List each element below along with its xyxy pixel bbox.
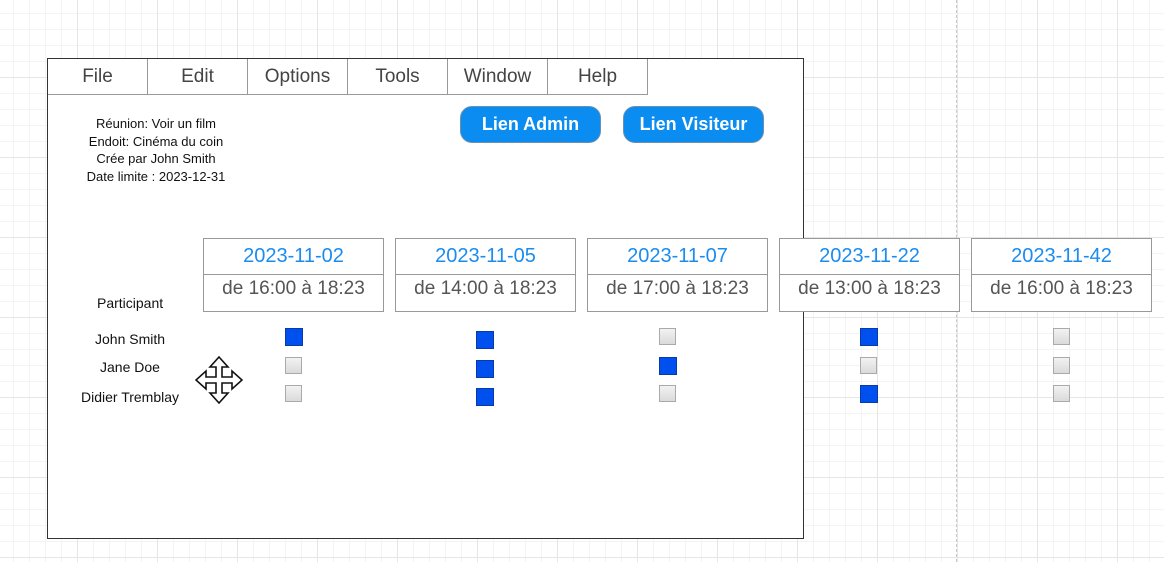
time-label: de 14:00 à 18:23 [414,277,557,299]
meeting-location: Endoit: Cinéma du coin [88,133,224,149]
availability-checkbox[interactable] [659,328,676,345]
menu-edit[interactable]: Edit [148,59,248,95]
date-column-3: 2023-11-07 de 17:00 à 18:23 [587,238,768,312]
availability-checkbox[interactable] [476,360,494,378]
availability-checkbox[interactable] [860,357,877,374]
meeting-info: Réunion: Voir un film Endoit: Cinéma du … [68,115,244,185]
menu-options[interactable]: Options [248,59,348,95]
menu-help[interactable]: Help [548,59,648,95]
date-label: 2023-11-02 [204,239,383,275]
date-column-4: 2023-11-22 de 13:00 à 18:23 [779,238,960,312]
meeting-deadline: Date limite : 2023-12-31 [86,168,226,184]
time-label: de 13:00 à 18:23 [798,277,941,299]
availability-checkbox[interactable] [285,385,302,402]
participant-name: Didier Tremblay [81,389,180,405]
date-column-5: 2023-11-42 de 16:00 à 18:23 [971,238,1152,312]
availability-checkbox[interactable] [659,385,676,402]
availability-checkbox[interactable] [1053,328,1070,345]
date-label: 2023-11-22 [780,239,959,275]
availability-checkbox[interactable] [860,385,878,403]
move-cursor-icon [195,356,243,404]
admin-link-button[interactable]: Lien Admin [460,106,601,143]
availability-checkbox[interactable] [1053,385,1070,402]
menu-tools[interactable]: Tools [348,59,448,95]
date-label: 2023-11-42 [972,239,1151,275]
visitor-link-button[interactable]: Lien Visiteur [623,106,764,143]
availability-checkbox[interactable] [285,328,303,346]
time-label: de 17:00 à 18:23 [606,277,749,299]
participant-name: John Smith [95,331,166,347]
availability-checkbox[interactable] [476,388,494,406]
date-label: 2023-11-07 [588,239,767,275]
menu-window[interactable]: Window [448,59,548,95]
availability-checkbox[interactable] [1053,357,1070,374]
participant-header: Participant [97,295,164,311]
meeting-creator: Crée par John Smith [96,151,216,166]
availability-checkbox[interactable] [285,357,302,374]
date-column-2: 2023-11-05 de 14:00 à 18:23 [395,238,576,312]
time-label: de 16:00 à 18:23 [222,277,365,299]
availability-checkbox[interactable] [659,357,677,375]
meeting-title: Réunion: Voir un film [96,116,216,131]
date-label: 2023-11-05 [396,239,575,275]
date-column-1: 2023-11-02 de 16:00 à 18:23 [203,238,384,312]
availability-checkbox[interactable] [860,328,878,346]
time-label: de 16:00 à 18:23 [990,277,1133,299]
menu-file[interactable]: File [48,59,148,95]
availability-checkbox[interactable] [476,331,494,349]
participant-name: Jane Doe [100,359,160,375]
menu-bar: File Edit Options Tools Window Help [48,59,648,95]
